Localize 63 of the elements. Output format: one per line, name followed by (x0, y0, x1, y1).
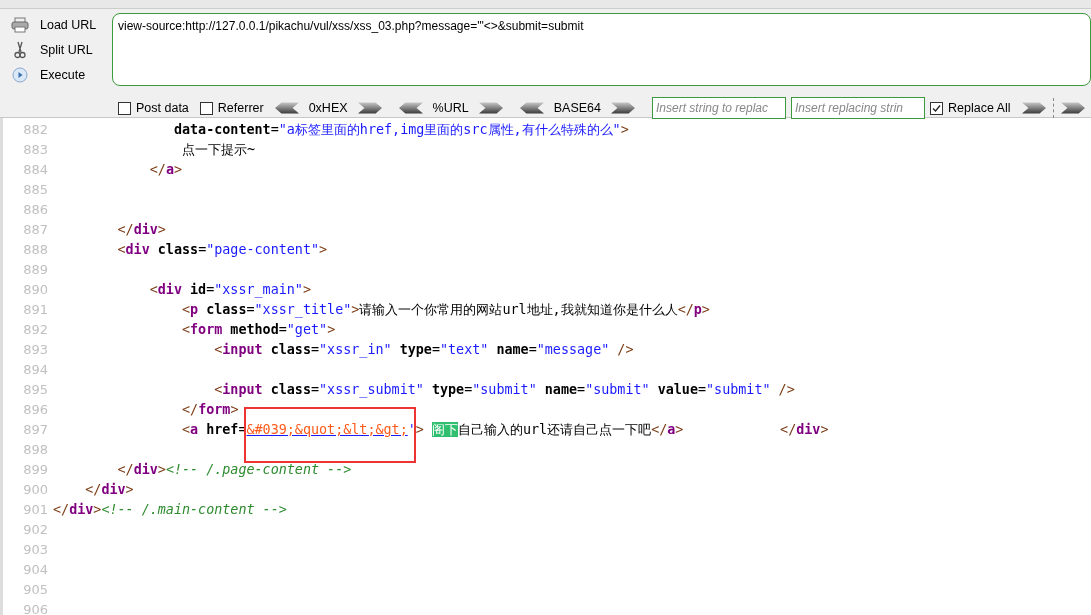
line-number: 882 (22, 121, 48, 139)
toolbar-button[interactable]: Split URL (10, 40, 112, 60)
code-line: </a> (149, 161, 182, 179)
line-number: 894 (22, 361, 48, 379)
toolbar-button[interactable]: Load URL (10, 15, 112, 35)
code-line: </div> (117, 221, 166, 239)
line-number: 888 (22, 241, 48, 259)
line-number: 891 (22, 301, 48, 319)
code-line: </div> (85, 481, 134, 499)
code-line: </div><!-- /.main-content --> (53, 501, 287, 519)
line-number: 900 (22, 481, 48, 499)
checkmark-icon (931, 103, 941, 113)
line-number: 886 (22, 201, 48, 219)
code-line: <div class="page-content"> (117, 241, 328, 259)
code-line: <input class="xssr_in" type="text" name="message" /> (214, 341, 634, 360)
line-number: 896 (22, 401, 48, 419)
chevron-left-icon[interactable] (274, 102, 299, 114)
line-number: 904 (22, 561, 48, 579)
line-number: 899 (22, 461, 48, 479)
code-line: <p class="xssr_title">请输入一个你常用的网站url地址,我就知道你是什么人</p> (182, 301, 710, 320)
toolbar-button[interactable]: Execute (10, 65, 112, 85)
replace-field[interactable]: Insert replacing strin (790, 97, 925, 119)
line-number: 890 (22, 281, 48, 299)
replace-field[interactable]: Insert string to replac (651, 97, 786, 119)
chevron-right-icon[interactable] (1060, 102, 1085, 114)
encoder-label: 0xHEX (308, 101, 348, 115)
line-number: 884 (22, 161, 48, 179)
encoder-label: %URL (432, 101, 469, 115)
code-line: </div><!-- /.page-content --> (117, 461, 352, 479)
line-number: 898 (22, 441, 48, 459)
printer-icon (11, 17, 29, 33)
chevron-right-icon[interactable] (610, 102, 635, 114)
code-line: </form> (182, 401, 239, 419)
line-number: 887 (22, 221, 48, 239)
chevron-right-icon[interactable] (357, 102, 382, 114)
checkbox[interactable]: Replace All (929, 101, 1011, 115)
checkbox[interactable]: Post data (118, 101, 189, 115)
play-icon (12, 67, 28, 83)
line-number: 902 (22, 521, 48, 539)
code-line: 点一下提示~ (182, 141, 256, 159)
line-number: 883 (22, 141, 48, 159)
url-field[interactable]: view-source:http://127.0.0.1/pikachu/vul/xss/xss_03.php?message='"<>&submit=submit (112, 13, 1091, 86)
line-number: 893 (22, 341, 48, 359)
line-number: 903 (22, 541, 48, 559)
code-line: <input class="xssr_submit" type="submit" name="submit" value="submit" /> (214, 381, 795, 400)
code-line: <div id="xssr_main"> (149, 281, 311, 300)
line-number: 901 (22, 501, 48, 519)
chevron-right-icon[interactable] (1021, 102, 1046, 114)
line-number: 895 (22, 381, 48, 399)
chevron-left-icon[interactable] (519, 102, 544, 114)
chevron-right-icon[interactable] (478, 102, 503, 114)
line-number: 892 (22, 321, 48, 339)
line-number: 889 (22, 261, 48, 279)
line-number: 897 (22, 421, 48, 439)
line-number: 906 (22, 601, 48, 615)
line-number: 885 (22, 181, 48, 199)
line-number: 905 (22, 581, 48, 599)
checkbox[interactable]: Referrer (199, 101, 264, 115)
chevron-left-icon[interactable] (398, 102, 423, 114)
encoder-label: BASE64 (553, 101, 601, 115)
scissors-icon (14, 41, 26, 59)
code-line: <form method="get"> (182, 321, 336, 339)
code-line: data-content="a标签里面的href,img里面的src属性,有什么特殊的么"> (173, 121, 629, 139)
